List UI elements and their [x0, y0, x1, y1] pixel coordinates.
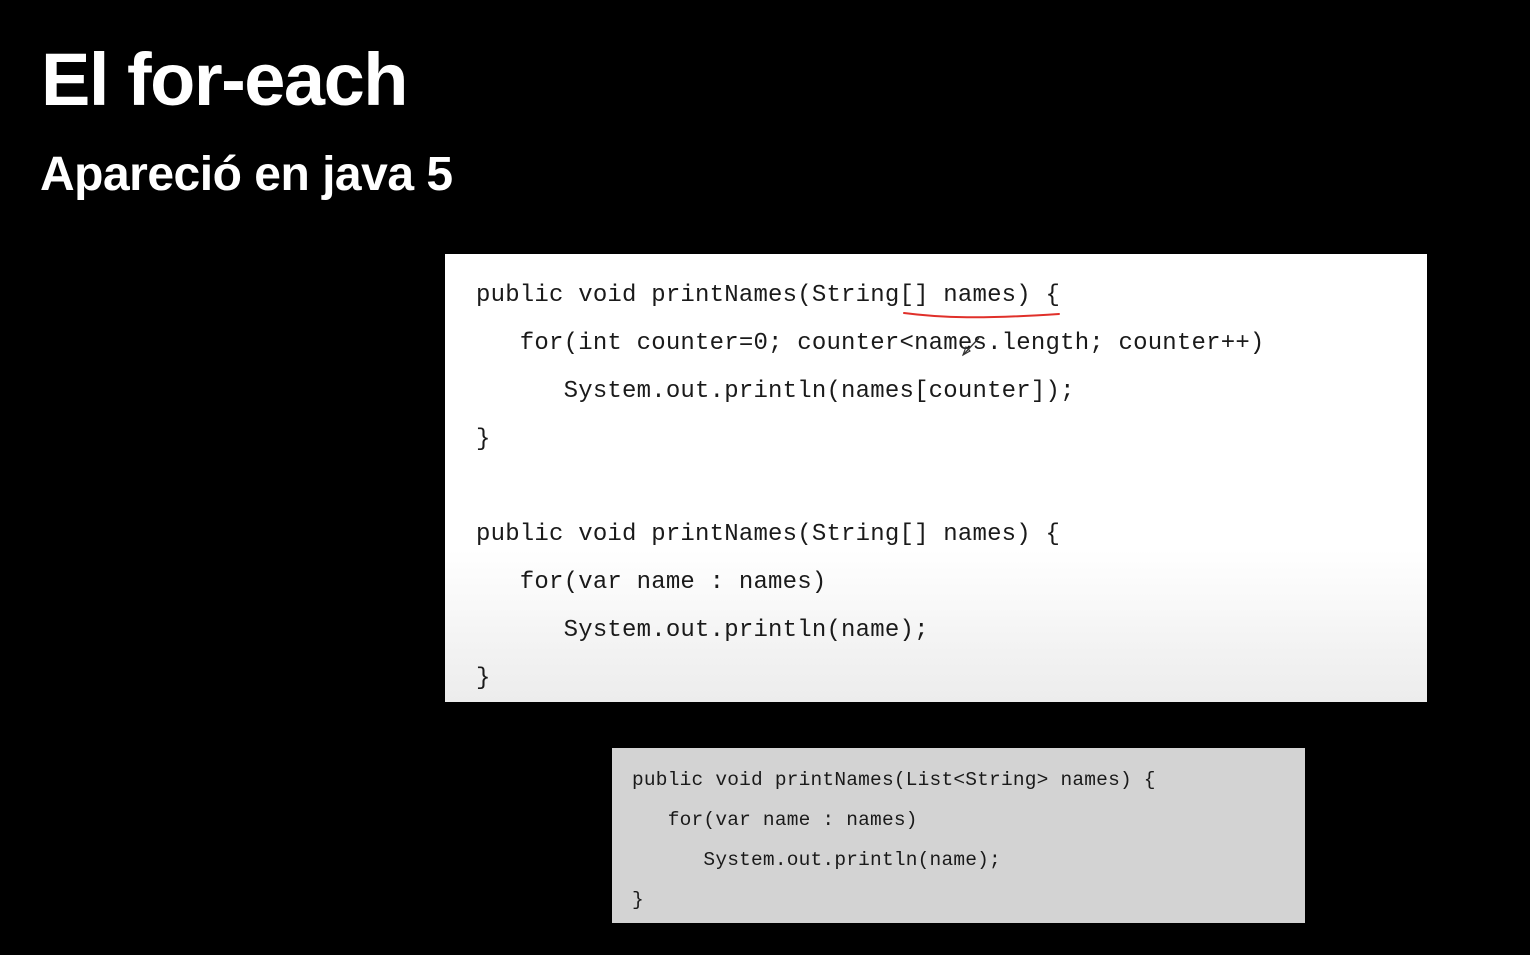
code-line: System.out.println(name);: [632, 849, 1001, 871]
code-line: System.out.println(name);: [476, 617, 929, 644]
code-line: }: [476, 426, 491, 453]
code-line: for(int counter=0; counter<names.length;…: [476, 330, 1265, 357]
code-line: public void printNames(String[] names) {: [476, 521, 1061, 548]
code-line: for(var name : names): [476, 569, 827, 596]
slide-title: El for-each: [41, 38, 408, 121]
code-block-list: public void printNames(List<String> name…: [612, 748, 1305, 923]
code-block-array: public void printNames(String[] names) {…: [445, 254, 1427, 702]
code-line: for(var name : names): [632, 809, 918, 831]
code-line: }: [632, 889, 644, 911]
code-line: System.out.println(names[counter]);: [476, 378, 1075, 405]
code-line: public void printNames(String[] names) {: [476, 282, 1061, 309]
code-line: public void printNames(List<String> name…: [632, 769, 1156, 791]
code-line: }: [476, 665, 491, 692]
slide-subtitle: Apareció en java 5: [40, 148, 453, 201]
